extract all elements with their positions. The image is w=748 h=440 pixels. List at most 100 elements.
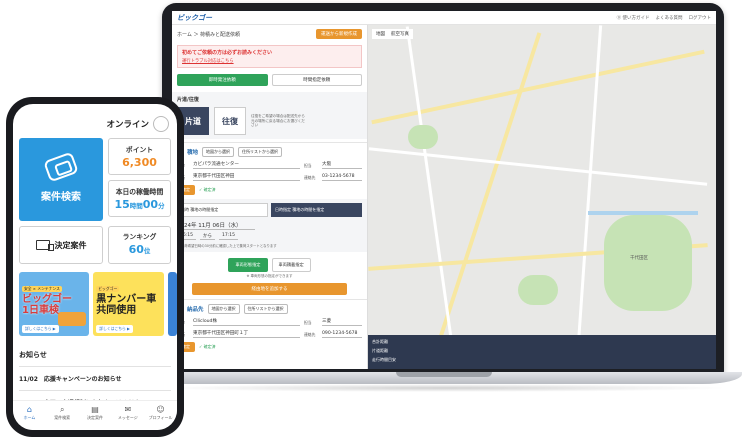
- pickup-date-section: 日時 積地の時間指定 日時指定 積地の時間を指定 2024年 11月 06日（水…: [172, 199, 367, 252]
- home-icon: ⌂: [26, 405, 32, 414]
- hours-number: 15: [114, 198, 130, 211]
- time-to-select[interactable]: 17:15: [218, 233, 238, 240]
- tab-satellite[interactable]: 航空写真: [391, 31, 409, 37]
- field-label: 担当: [304, 320, 312, 325]
- tab-date-specified[interactable]: 日時指定 積地の時間を指定: [271, 203, 362, 217]
- work-hours-label: 本日の稼働時間: [115, 188, 164, 196]
- banner-next-peek[interactable]: [167, 272, 177, 336]
- tab-messages[interactable]: ✉ メッセージ: [111, 401, 144, 430]
- map-area-label: 千代田区: [630, 256, 648, 261]
- points-card[interactable]: ポイント 6,300: [108, 138, 171, 175]
- banner-more-button[interactable]: 詳しくはこちら ▶: [22, 325, 59, 333]
- pickup-person-field[interactable]: 大阪: [322, 161, 362, 169]
- online-status-bar: オンライン: [13, 104, 177, 138]
- tab-date-any[interactable]: 日時 積地の時間指定: [177, 203, 268, 217]
- pickup-tel-field[interactable]: 03-1234-5678: [322, 174, 362, 181]
- online-toggle[interactable]: [153, 116, 169, 132]
- add-waypoint-button[interactable]: 経由地を追加する: [192, 283, 347, 295]
- tab-confirmed-jobs[interactable]: ▤ 決定案件: [79, 401, 112, 430]
- dropoff-name-field[interactable]: Cllicloud株: [193, 318, 300, 326]
- app-logo[interactable]: ビックゴー: [177, 13, 212, 23]
- dropoff-list-button[interactable]: 住所リストから選択: [243, 304, 288, 314]
- tab-instant-order[interactable]: 即時発注依頼: [177, 74, 268, 86]
- summary-line: 合計距離: [372, 339, 388, 344]
- tab-label: 案件検索: [54, 415, 71, 420]
- tab-profile[interactable]: ☺ プロフィール: [144, 401, 177, 430]
- banner-tag: ビッグゴー: [96, 286, 120, 292]
- tab-label: 決定案件: [86, 415, 103, 420]
- tab-job-search[interactable]: ⌕ 案件検索: [46, 401, 79, 430]
- document-icon: ▤: [91, 405, 99, 414]
- bottom-tab-bar: ⌂ ホーム ⌕ 案件検索 ▤ 決定案件 ✉ メッセージ ☺ プロフィール: [13, 400, 177, 430]
- vehicle-type-button[interactable]: 車両形態指定: [228, 258, 268, 272]
- tab-label: プロフィール: [148, 415, 173, 420]
- news-title: お知らせ: [19, 351, 47, 359]
- app-header: ビックゴー ⓪ 使い方ガイド よくある質問 ログアウト: [172, 11, 716, 25]
- tab-scheduled-order[interactable]: 時間指定依頼: [271, 74, 362, 86]
- banner-title: 黒ナンバー車 共同使用: [96, 294, 157, 316]
- trip-type-label: 片道/往復: [177, 97, 199, 103]
- guide-link[interactable]: ⓪ 使い方ガイド: [617, 15, 650, 21]
- hours-unit: 時間: [129, 202, 143, 210]
- pickup-address-field[interactable]: 東京都千代田区神田: [193, 173, 300, 181]
- roundtrip-button[interactable]: 往復: [214, 107, 246, 135]
- pickup-map-button[interactable]: 地図から選択: [202, 147, 235, 157]
- order-form-panel: ホーム ＞ 荷積みと配送依頼 運送から新規作成 初めてご依頼の方は必ずお読みくだ…: [172, 25, 368, 369]
- dropoff-section: 納品先 地図から選択 住所リストから選択 名称 Cllicloud株 担当 三菱…: [172, 299, 367, 356]
- minutes-number: 00: [142, 198, 159, 211]
- ranking-card[interactable]: ランキング 60位: [108, 226, 171, 264]
- online-status-label: オンライン: [106, 120, 149, 130]
- pickup-section: 積地 地図から選択 住所リストから選択 名称 カビパラ流通センター 担当 大阪 …: [172, 142, 367, 199]
- date-select[interactable]: 2024年 11月 06日（水）: [177, 221, 255, 230]
- laptop-shadow: [160, 384, 730, 392]
- banner-carousel[interactable]: 安全 × メンテナンス ビッグゴー 1日車検 詳しくはこちら ▶ ビッグゴー 黒…: [13, 264, 177, 336]
- job-search-button[interactable]: 案件検索: [19, 138, 103, 221]
- new-from-delivery-button[interactable]: 運送から新規作成: [316, 29, 362, 39]
- job-search-label: 案件検索: [41, 192, 81, 203]
- tab-label: ホーム: [23, 415, 36, 420]
- car-icon: [58, 312, 87, 326]
- banner-shared-vehicle[interactable]: ビッグゴー 黒ナンバー車 共同使用 詳しくはこちら ▶: [93, 272, 164, 336]
- map-type-tabs: 地図 航空写真: [372, 29, 413, 39]
- banner-more-button[interactable]: 詳しくはこちら ▶: [96, 325, 133, 333]
- pickup-list-button[interactable]: 住所リストから選択: [238, 147, 283, 157]
- options-note: ※ 車両形態の指定ができます: [246, 274, 293, 278]
- dropoff-person-field[interactable]: 三菱: [322, 318, 362, 326]
- date-note: ※ 集荷希望日時の30分前に確認した上で集荷スタートとなります: [177, 244, 277, 248]
- dropoff-address-field[interactable]: 東京都千代田区神田町１丁: [193, 330, 300, 338]
- map-water: [588, 211, 698, 215]
- points-label: ポイント: [125, 146, 154, 154]
- dropoff-confirmed-status: ✓ 確定済: [199, 344, 216, 349]
- pickup-confirmed-status: ✓ 確定済: [199, 187, 216, 192]
- trouble-link[interactable]: 運行トラブル対応はこちら: [182, 58, 357, 64]
- tab-map[interactable]: 地図: [376, 31, 385, 37]
- banner-inspection[interactable]: 安全 × メンテナンス ビッグゴー 1日車検 詳しくはこちら ▶: [19, 272, 90, 336]
- laptop-notch: [396, 372, 492, 377]
- news-item[interactable]: 11/02 応援キャンペーンのお知らせ: [19, 366, 171, 390]
- vehicle-load-button[interactable]: 車両積載指定: [271, 258, 311, 272]
- dropoff-map-button[interactable]: 地図から選択: [207, 304, 240, 314]
- map-park: [604, 215, 692, 311]
- pickup-title: 積地: [187, 150, 199, 156]
- dropoff-tel-field[interactable]: 090-1234-5678: [322, 331, 362, 338]
- tab-home[interactable]: ⌂ ホーム: [13, 401, 46, 430]
- logout-link[interactable]: ログアウト: [689, 15, 712, 21]
- route-map[interactable]: 千代田区 地図 航空写真 合計距離 片道距離 走行時間目安: [368, 25, 716, 369]
- breadcrumb: ホーム ＞ 荷積みと配送依頼: [177, 31, 241, 38]
- field-label: 連絡先: [304, 175, 316, 180]
- message-icon: ✉: [124, 405, 132, 414]
- header-links: ⓪ 使い方ガイド よくある質問 ログアウト: [617, 15, 711, 21]
- map-road: [368, 147, 708, 186]
- phone-screen: オンライン 案件検索 ポイント 6,300 本日の稼働時間 15時間00分 決定…: [13, 104, 177, 430]
- points-value: 6,300: [122, 156, 157, 169]
- warning-box: 初めてご依頼の方は必ずお読みください 運行トラブル対応はこちら: [177, 45, 362, 68]
- confirmed-jobs-button[interactable]: 決定案件: [19, 226, 103, 264]
- faq-link[interactable]: よくある質問: [656, 15, 683, 21]
- rank-unit: 位: [143, 247, 151, 255]
- work-hours-card[interactable]: 本日の稼働時間 15時間00分: [108, 180, 171, 217]
- field-label: 連絡先: [304, 332, 316, 337]
- map-road: [405, 26, 454, 344]
- confirmed-jobs-label: 決定案件: [54, 240, 87, 250]
- tab-label: メッセージ: [117, 415, 138, 420]
- pickup-name-field[interactable]: カビパラ流通センター: [193, 161, 300, 169]
